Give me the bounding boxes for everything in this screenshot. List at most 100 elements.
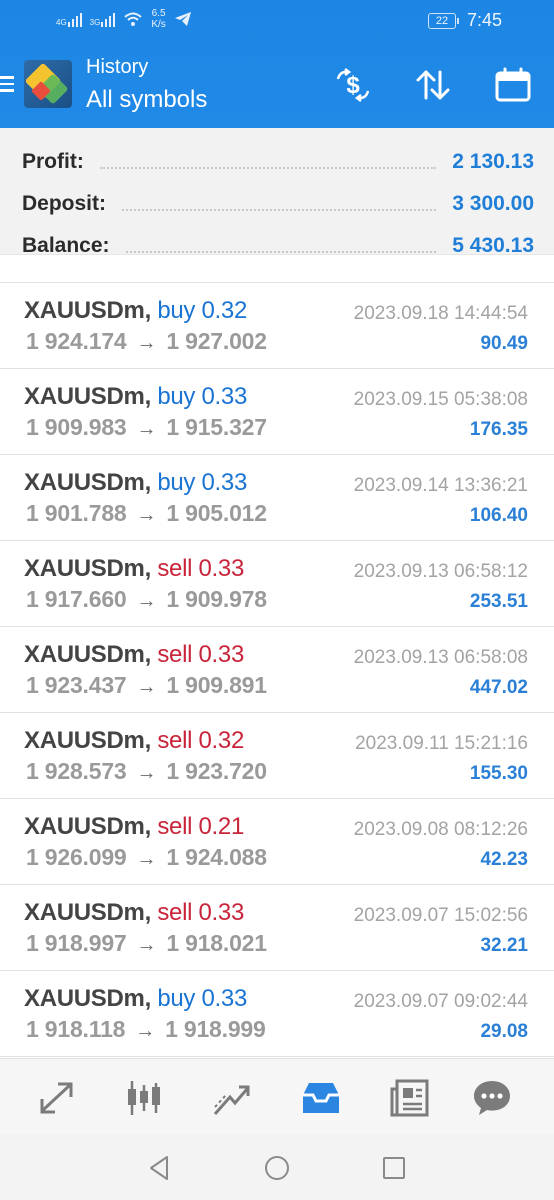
deal-prices: 1 924.174 → 1 927.002 (26, 328, 267, 355)
arrow-right-icon: → (136, 332, 157, 354)
deal-time: 2023.09.07 15:02:56 (353, 905, 528, 926)
deal-time: 2023.09.14 13:36:21 (353, 475, 528, 496)
open-price: 1 926.099 (26, 844, 127, 870)
battery-icon: 22 (427, 12, 456, 29)
arrow-right-icon: → (136, 762, 157, 784)
status-bar: 4G 3G 6.5 K/s 22 7:45 (0, 0, 554, 42)
exchange-dollar-icon[interactable]: $ (332, 64, 374, 106)
deal-profit: 32.21 (480, 935, 528, 956)
deal-prices: 1 923.437 → 1 909.891 (26, 672, 267, 699)
profit-value: 2 130.13 (452, 150, 534, 173)
svg-text:$: $ (346, 72, 360, 99)
arrow-right-icon: → (135, 1020, 156, 1042)
page-title: History (86, 56, 149, 78)
deal-profit: 155.30 (469, 763, 528, 784)
news-icon[interactable] (387, 1075, 433, 1121)
deal-profit: 90.49 (480, 333, 528, 354)
deposit-row: Deposit: 3 300.00 (22, 184, 534, 224)
calendar-icon[interactable] (492, 64, 534, 106)
deal-symbol: XAUUSDm, sell 0.33 (24, 641, 244, 669)
close-price: 1 909.978 (166, 586, 267, 612)
deal-type-volume: sell 0.21 (157, 813, 245, 840)
close-price: 1 915.327 (166, 414, 267, 440)
clock: 7:45 (466, 10, 502, 30)
deal-symbol: XAUUSDm, sell 0.21 (24, 813, 244, 841)
deal-prices: 1 926.099 → 1 924.088 (26, 844, 267, 871)
close-price: 1 918.021 (166, 930, 267, 956)
open-price: 1 918.118 (26, 1016, 126, 1042)
menu-icon[interactable] (0, 76, 16, 94)
deal-symbol: XAUUSDm, buy 0.33 (24, 383, 247, 411)
open-price: 1 928.573 (26, 758, 127, 784)
chart-icon[interactable] (121, 1075, 167, 1121)
open-price: 1 918.997 (26, 930, 127, 956)
messages-icon[interactable] (469, 1075, 515, 1121)
deal-profit: 253.51 (469, 591, 528, 612)
deal-profit: 176.35 (469, 419, 528, 440)
account-summary: Profit: 2 130.13 Deposit: 3 300.00 Balan… (0, 128, 554, 257)
profit-label: Profit: (22, 150, 84, 173)
deal-symbol: XAUUSDm, buy 0.32 (24, 297, 247, 325)
quotes-icon[interactable] (34, 1075, 80, 1121)
deal-row[interactable]: XAUUSDm, buy 0.33 1 901.788 → 1 905.012 2023… (0, 455, 554, 541)
arrow-right-icon: → (136, 934, 157, 956)
deal-prices: 1 928.573 → 1 923.720 (26, 758, 267, 785)
deal-row[interactable]: XAUUSDm, buy 0.32 1 924.174 → 1 927.002 2023… (0, 283, 554, 369)
deals-list: XAUUSDm, buy 0.32 1 924.174 → 1 927.002 2023… (0, 282, 554, 1057)
symbol-name: XAUUSDm, (24, 727, 151, 754)
deal-row[interactable]: XAUUSDm, sell 0.21 1 926.099 → 1 924.088 202… (0, 799, 554, 885)
deal-prices: 1 909.983 → 1 915.327 (26, 414, 267, 441)
deal-type-volume: buy 0.32 (157, 297, 248, 324)
signal-strength-1: 4G (56, 11, 82, 27)
recents-icon[interactable] (381, 1155, 407, 1181)
signal-bars-2-icon (101, 11, 116, 27)
symbol-name: XAUUSDm, (24, 469, 151, 496)
symbol-name: XAUUSDm, (24, 641, 151, 668)
symbol-name: XAUUSDm, (24, 985, 151, 1012)
battery-level: 22 (435, 14, 449, 27)
deal-row[interactable]: XAUUSDm, buy 0.33 1 918.118 → 1 918.999 2023… (0, 971, 554, 1057)
deal-prices: 1 901.788 → 1 905.012 (26, 500, 267, 527)
deal-row[interactable]: XAUUSDm, buy 0.33 1 909.983 → 1 915.327 2023… (0, 369, 554, 455)
signal-strength-2: 3G (90, 11, 116, 27)
deal-row[interactable]: XAUUSDm, sell 0.33 1 918.997 → 1 918.021 202… (0, 885, 554, 971)
trade-icon[interactable] (208, 1075, 254, 1121)
deal-symbol: XAUUSDm, buy 0.33 (24, 985, 247, 1013)
signal-bars-1-icon (67, 11, 82, 27)
close-price: 1 927.002 (166, 328, 267, 354)
arrow-right-icon: → (136, 418, 157, 440)
symbol-filter[interactable]: All symbols (86, 86, 207, 114)
deal-prices: 1 917.660 → 1 909.978 (26, 586, 267, 613)
app-logo (24, 60, 72, 108)
back-icon[interactable] (146, 1155, 172, 1181)
deal-row[interactable]: XAUUSDm, sell 0.33 1 917.660 → 1 909.978 202… (0, 541, 554, 627)
history-icon[interactable] (298, 1075, 344, 1121)
close-price: 1 923.720 (166, 758, 267, 784)
open-price: 1 923.437 (26, 672, 127, 698)
deal-row[interactable]: XAUUSDm, sell 0.32 1 928.573 → 1 923.720 202… (0, 713, 554, 799)
symbol-name: XAUUSDm, (24, 813, 151, 840)
open-price: 1 909.983 (26, 414, 127, 440)
profit-row: Profit: 2 130.13 (22, 142, 534, 182)
close-price: 1 909.891 (166, 672, 267, 698)
summary-divider (0, 254, 554, 282)
bottom-navigation (0, 1058, 554, 1134)
deal-type-volume: sell 0.33 (157, 641, 245, 668)
deal-symbol: XAUUSDm, sell 0.33 (24, 555, 244, 583)
deal-profit: 29.08 (480, 1021, 528, 1042)
sort-icon[interactable] (412, 64, 454, 106)
open-price: 1 917.660 (26, 586, 127, 612)
home-icon[interactable] (264, 1155, 290, 1181)
deal-time: 2023.09.08 08:12:26 (353, 819, 528, 840)
deal-time: 2023.09.07 09:02:44 (353, 991, 528, 1012)
network-type-2: 3G (89, 18, 101, 27)
deal-row[interactable]: XAUUSDm, sell 0.33 1 923.437 → 1 909.891 202… (0, 627, 554, 713)
symbol-name: XAUUSDm, (24, 555, 151, 582)
telegram-icon (174, 12, 191, 26)
deal-time: 2023.09.15 05:38:08 (353, 389, 528, 410)
symbol-name: XAUUSDm, (24, 899, 151, 926)
deal-prices: 1 918.997 → 1 918.021 (26, 930, 267, 957)
deal-type-volume: sell 0.32 (157, 727, 245, 754)
deal-time: 2023.09.11 15:21:16 (355, 733, 528, 754)
deposit-value: 3 300.00 (452, 192, 534, 215)
